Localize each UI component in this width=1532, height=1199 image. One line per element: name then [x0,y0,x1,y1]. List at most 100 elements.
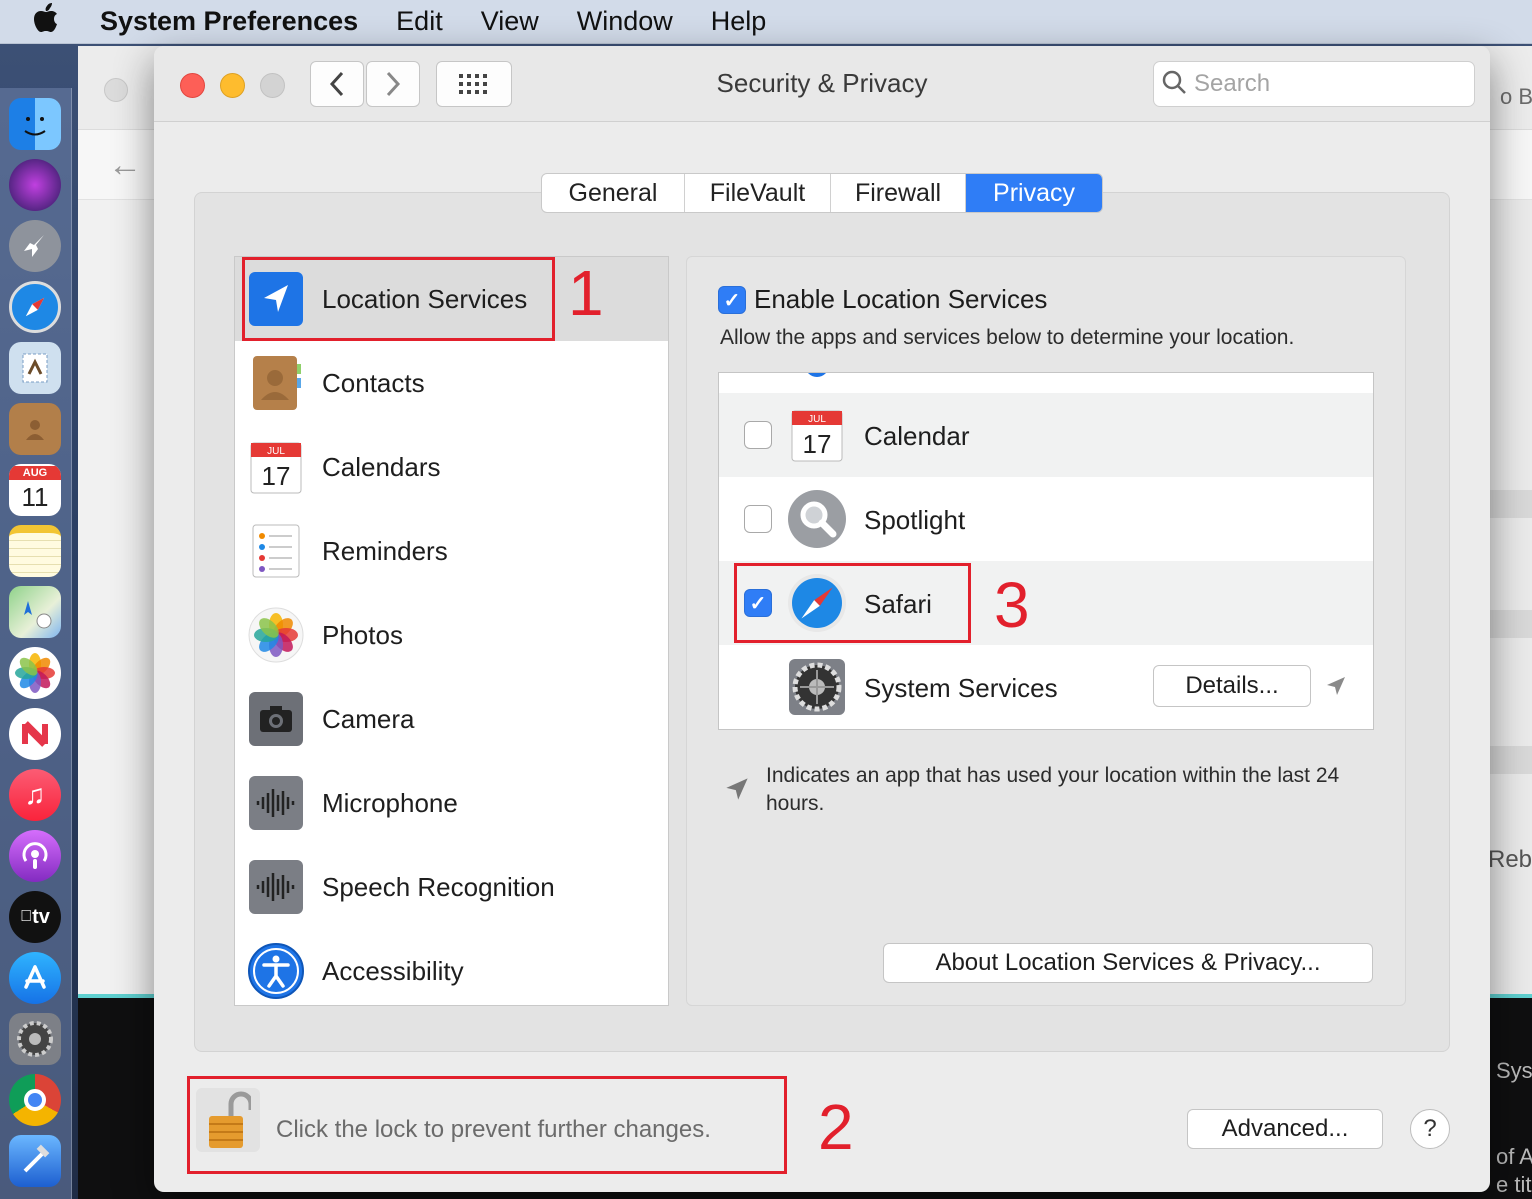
location-indicator-arrow-icon [724,776,750,807]
background-window-stripe [1490,490,1532,518]
category-label: Speech Recognition [322,871,555,902]
system-preferences-gear-icon[interactable] [9,1013,61,1065]
details-button[interactable]: Details... [1153,665,1311,707]
background-window-stripe [1490,746,1532,774]
siri-icon[interactable] [9,159,61,211]
category-photos[interactable]: Photos [235,593,668,677]
category-contacts[interactable]: Contacts [235,341,668,425]
app-row-system-services: System Services Details... [719,645,1373,729]
background-window-right-edge [1490,200,1532,996]
tab-filevault[interactable]: FileVault [685,174,831,212]
background-window-text: o Bu [1500,84,1532,109]
location-description: Allow the apps and services below to det… [720,326,1295,349]
apple-tv-icon[interactable]: tv [9,891,61,943]
about-location-services-button[interactable]: About Location Services & Privacy... [883,943,1373,983]
advanced-button[interactable]: Advanced... [1187,1109,1383,1149]
background-window-text: Rebu [1488,846,1532,873]
category-label: Camera [322,703,415,734]
location-indicator-note: Indicates an app that has used your loca… [766,764,1340,815]
category-label: Accessibility [322,955,464,986]
privacy-category-list: Location Services Contacts JUL 17 Calenda… [234,256,669,1006]
news-icon[interactable] [9,708,61,760]
search-icon [1154,69,1194,100]
category-accessibility[interactable]: Accessibility [235,929,668,1005]
tab-bar: General FileVault Firewall Privacy [541,173,1103,213]
background-window-text: of A [1496,1144,1532,1169]
category-label: Photos [322,619,403,650]
annotation-number: 1 [568,257,604,329]
category-label: Calendars [322,451,441,482]
app-row-spotlight: Spotlight [719,477,1373,561]
calendar-location-checkbox[interactable] [744,421,772,449]
finder-icon[interactable] [9,98,61,150]
chrome-icon[interactable] [9,1074,61,1126]
category-calendars[interactable]: JUL 17 Calendars [235,425,668,509]
speech-waveform-icon [247,858,305,916]
background-window-text: Sys [1496,1058,1532,1083]
help-button[interactable]: ? [1410,1109,1450,1149]
safari-icon[interactable] [9,281,61,333]
annotation-number: 2 [818,1091,854,1163]
category-label: Contacts [322,367,425,398]
svg-text:JUL: JUL [808,414,826,425]
tab-privacy[interactable]: Privacy [966,174,1102,212]
svg-text:17: 17 [262,461,291,491]
spotlight-location-checkbox[interactable] [744,505,772,533]
mail-stamp-icon[interactable] [9,342,61,394]
annotation-box-safari [734,563,971,643]
calendar-icon: JUL 17 [787,405,847,465]
app-label: Spotlight [864,505,966,535]
back-arrow-icon: ← [108,146,142,184]
tv-label: tv [26,905,50,928]
microphone-waveform-icon [247,774,305,832]
music-note-icon[interactable]: ♫ [9,769,61,821]
annotation-number: 3 [994,569,1030,641]
calendar-icon: JUL 17 [247,438,305,496]
location-app-list: JUL 17 Calendar Spotlight ✓ Safari System… [718,372,1374,730]
launchpad-rocket-icon[interactable] [9,220,61,272]
dock: AUG 11 ♫ tv [0,88,72,1199]
menu-help[interactable]: Help [692,6,786,37]
menu-window[interactable]: Window [558,6,692,37]
menu-app-name[interactable]: System Preferences [92,6,377,37]
background-window-close-dot [104,78,128,102]
camera-icon [247,690,305,748]
spotlight-magnifier-icon [787,489,847,549]
category-speech-recognition[interactable]: Speech Recognition [235,845,668,929]
enable-location-services-checkbox[interactable]: ✓ [718,286,746,314]
partial-app-icon [805,373,829,377]
category-reminders[interactable]: Reminders [235,509,668,593]
tab-firewall[interactable]: Firewall [831,174,966,212]
apple-menu-icon[interactable] [0,3,92,40]
annotation-box-lock [187,1076,787,1174]
reminders-icon [247,522,305,580]
calendar-icon[interactable]: AUG 11 [9,464,61,516]
category-camera[interactable]: Camera [235,677,668,761]
category-label: Reminders [322,535,448,566]
app-store-icon[interactable] [9,952,61,1004]
calendar-month: AUG [9,466,61,480]
category-label: Microphone [322,787,458,818]
window-titlebar: Security & Privacy Search [154,46,1490,122]
background-window-text: e title [1496,1172,1532,1197]
search-field[interactable]: Search [1153,61,1475,107]
photos-icon[interactable] [9,647,61,699]
accessibility-icon [247,942,305,1000]
tab-general[interactable]: General [542,174,685,212]
podcasts-icon[interactable] [9,830,61,882]
contacts-book-icon [247,354,305,412]
background-window-stripe [1490,610,1532,638]
notes-icon[interactable] [9,525,61,577]
contacts-icon[interactable] [9,403,61,455]
app-label: Calendar [864,421,970,451]
enable-location-services-label: Enable Location Services [754,284,1048,314]
app-row-calendar: JUL 17 Calendar [719,393,1373,477]
svg-text:JUL: JUL [267,446,285,457]
photos-flower-icon [247,606,305,664]
menu-bar: System Preferences Edit View Window Help [0,0,1532,44]
menu-view[interactable]: View [462,6,558,37]
menu-edit[interactable]: Edit [377,6,462,37]
category-microphone[interactable]: Microphone [235,761,668,845]
maps-icon[interactable] [9,586,61,638]
xcode-hammer-icon[interactable] [9,1135,61,1187]
